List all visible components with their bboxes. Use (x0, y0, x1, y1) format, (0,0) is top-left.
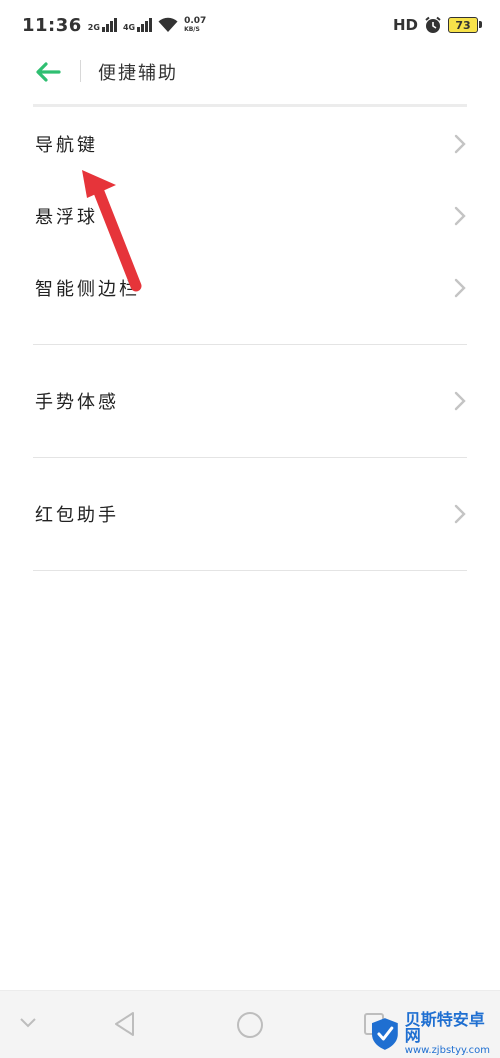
status-time: 11:36 (22, 14, 82, 36)
watermark-shield-icon (371, 1017, 398, 1050)
signal-2g-icon: 2G (88, 18, 117, 32)
network-label-4g: 4G (122, 23, 136, 32)
chevron-right-icon (454, 134, 466, 154)
watermark-url: www.zjbstyy.com (404, 1044, 491, 1056)
wifi-icon (158, 17, 178, 32)
chevron-right-icon (454, 391, 466, 411)
header-divider (80, 60, 81, 82)
header-rule (33, 104, 467, 107)
speed-value: 0.07 (184, 16, 207, 26)
app-header: 便捷辅助 (0, 50, 500, 104)
speed-unit: KB/S (184, 26, 200, 33)
alarm-clock-icon (425, 16, 441, 33)
battery-icon: 73 (448, 17, 482, 33)
chevron-right-icon (454, 504, 466, 524)
hd-label: HD (392, 16, 418, 34)
list-item-label: 智能侧边栏 (35, 279, 140, 300)
list-item-label: 手势体感 (35, 392, 119, 413)
nav-collapse-chevron-icon[interactable] (18, 1016, 38, 1030)
group-divider (33, 570, 467, 571)
chevron-right-icon (454, 206, 466, 226)
list-item-navigation-keys[interactable]: 导航键 (33, 108, 467, 180)
list-item-gestures-motion[interactable]: 手势体感 (33, 365, 467, 437)
watermark-logo: 贝斯特安卓网 www.zjbstyy.com (370, 1010, 500, 1057)
list-item-label: 导航键 (35, 135, 98, 156)
status-right: HD 73 (392, 16, 482, 34)
nav-back-triangle-icon[interactable] (112, 1010, 138, 1038)
back-arrow-icon (36, 62, 61, 82)
watermark-brand: 贝斯特安卓网 (404, 1009, 485, 1045)
status-left: 11:36 2G 4G 0.07 KB/S (22, 15, 206, 36)
signal-4g-icon: 4G (122, 18, 153, 32)
list-item-label: 红包助手 (35, 505, 119, 526)
list-item-red-packet-assistant[interactable]: 红包助手 (33, 478, 467, 550)
page-title: 便捷辅助 (98, 63, 178, 84)
nav-home-circle-icon[interactable] (235, 1010, 265, 1040)
list-item-smart-sidebar[interactable]: 智能侧边栏 (33, 252, 467, 324)
list-item-label: 悬浮球 (35, 207, 98, 228)
chevron-right-icon (454, 278, 466, 298)
battery-level: 73 (455, 18, 471, 32)
network-speed: 0.07 KB/S (184, 16, 207, 34)
settings-list: 导航键 悬浮球 智能侧边栏 手势体感 红包助手 (33, 108, 467, 571)
network-label-2g: 2G (87, 23, 100, 32)
status-bar: 11:36 2G 4G 0.07 KB/S HD 73 (0, 0, 500, 50)
back-button[interactable] (34, 58, 62, 86)
list-item-floating-ball[interactable]: 悬浮球 (33, 180, 467, 252)
